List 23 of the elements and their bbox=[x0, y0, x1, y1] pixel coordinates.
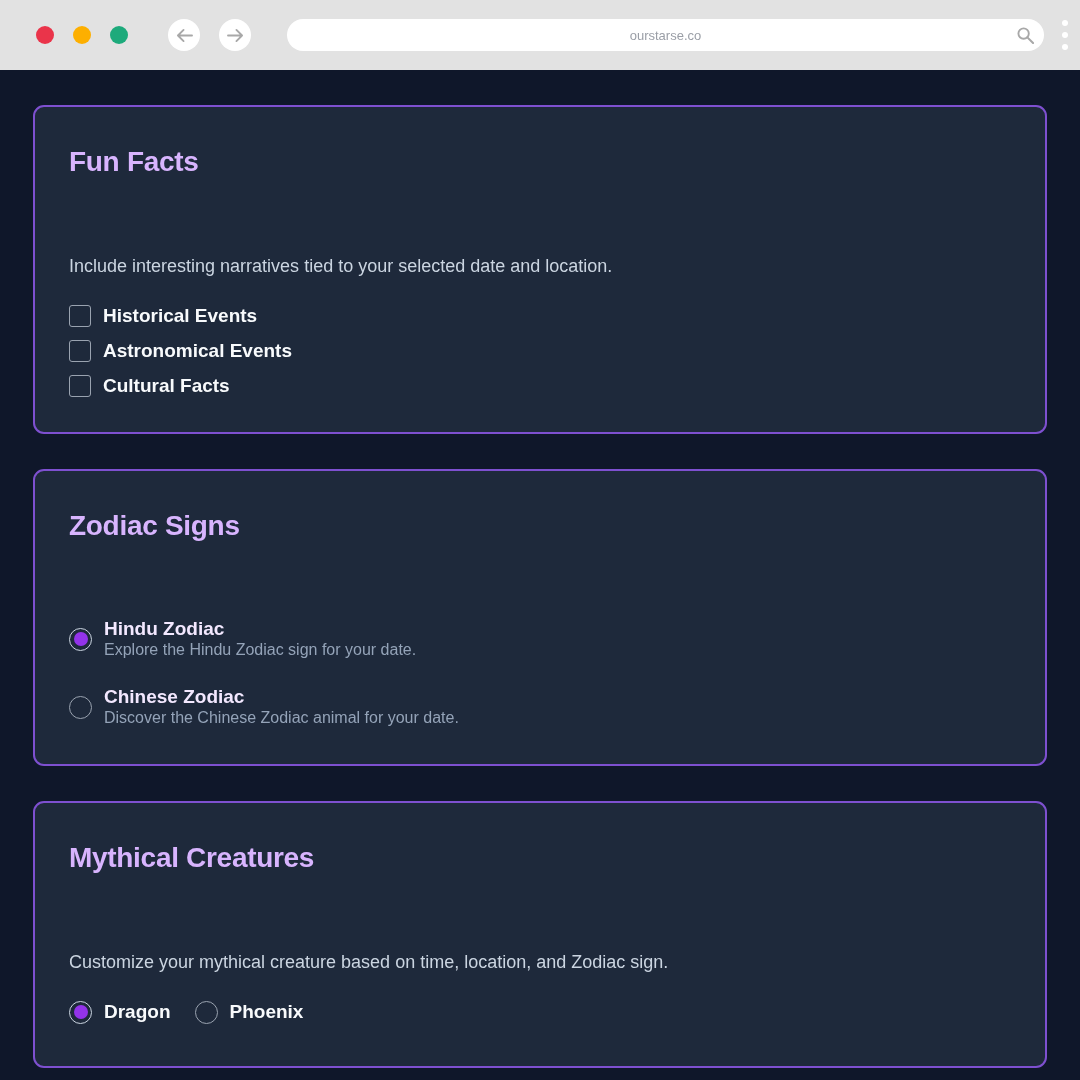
card-title: Fun Facts bbox=[69, 145, 200, 179]
card-title: Zodiac Signs bbox=[69, 509, 241, 543]
checkbox[interactable] bbox=[69, 375, 91, 397]
left-arrow-icon bbox=[175, 27, 193, 43]
checkbox-label[interactable]: Cultural Facts bbox=[103, 374, 230, 398]
close-window-icon[interactable] bbox=[36, 26, 54, 44]
checkbox-label[interactable]: Historical Events bbox=[103, 304, 258, 328]
radio-label[interactable]: Phoenix bbox=[229, 1000, 304, 1024]
right-arrow-icon bbox=[226, 27, 244, 43]
checkbox-label[interactable]: Astronomical Events bbox=[103, 339, 292, 363]
card-title: Mythical Creatures bbox=[69, 841, 316, 875]
card-description: Customize your mythical creature based on time, location, and Zodiac sign. bbox=[69, 951, 670, 974]
forward-button[interactable] bbox=[219, 19, 251, 51]
radio-label[interactable]: Hindu Zodiac bbox=[104, 618, 417, 639]
checkbox[interactable] bbox=[69, 340, 91, 362]
checkbox[interactable] bbox=[69, 305, 91, 327]
radio-label[interactable]: Chinese Zodiac bbox=[104, 686, 459, 707]
search-icon[interactable] bbox=[1017, 27, 1034, 44]
back-button[interactable] bbox=[168, 19, 200, 51]
radio-description: Discover the Chinese Zodiac animal for your date. bbox=[104, 708, 459, 728]
radio-label[interactable]: Dragon bbox=[104, 1000, 171, 1024]
radio-description: Explore the Hindu Zodiac sign for your date. bbox=[104, 640, 417, 660]
card-description: Include interesting narratives tied to your selected date and location. bbox=[69, 255, 614, 278]
